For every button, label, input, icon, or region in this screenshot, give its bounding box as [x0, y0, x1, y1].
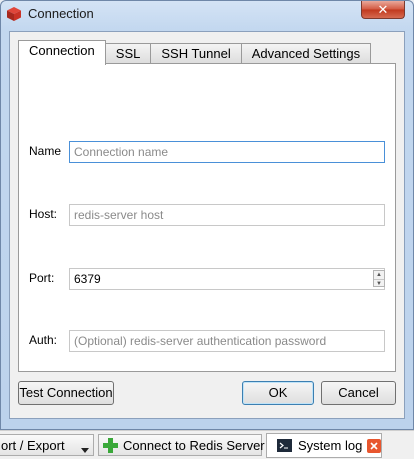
- test-connection-button[interactable]: Test Connection: [18, 381, 114, 405]
- terminal-icon: [277, 439, 292, 452]
- tab-connection[interactable]: Connection: [18, 40, 106, 65]
- redis-cube-icon: [6, 6, 22, 22]
- name-row: Name: [19, 141, 397, 163]
- import-export-label: ort / Export: [1, 437, 65, 453]
- port-input[interactable]: [69, 268, 385, 290]
- import-export-button[interactable]: ort / Export: [0, 434, 94, 456]
- close-icon[interactable]: [367, 438, 381, 453]
- system-log-tab[interactable]: System log: [266, 433, 382, 458]
- close-icon: ✕: [377, 1, 389, 17]
- window-close-button[interactable]: ✕: [361, 1, 405, 19]
- plus-icon: [103, 437, 118, 453]
- name-label: Name: [29, 144, 62, 158]
- host-row: Host:: [19, 204, 397, 226]
- port-label: Port:: [29, 271, 55, 285]
- tab-ssh-tunnel[interactable]: SSH Tunnel: [150, 43, 242, 64]
- tab-advanced-settings[interactable]: Advanced Settings: [240, 43, 372, 64]
- auth-label: Auth:: [29, 333, 58, 347]
- window-title: Connection: [28, 6, 94, 21]
- auth-row: Auth:: [19, 330, 397, 352]
- connection-dialog: Connection ✕ Connection SSL SSH Tunnel A…: [0, 0, 414, 430]
- connection-panel: Name Host: Port: ▲ ▼ Auth:: [18, 63, 396, 372]
- cancel-button[interactable]: Cancel: [321, 381, 396, 405]
- port-spinner[interactable]: ▲ ▼: [373, 270, 385, 287]
- bottom-toolbar: ort / Export Connect to Redis Server Sys…: [0, 430, 414, 459]
- spin-up-icon[interactable]: ▲: [374, 271, 384, 279]
- connect-label: Connect to Redis Server: [123, 437, 265, 453]
- ok-button[interactable]: OK: [242, 381, 314, 405]
- dialog-body: Connection SSL SSH Tunnel Advanced Setti…: [9, 31, 405, 419]
- tab-ssl[interactable]: SSL: [104, 43, 152, 64]
- connect-to-redis-server-button[interactable]: Connect to Redis Server: [98, 434, 265, 456]
- screen: Connection ✕ Connection SSL SSH Tunnel A…: [0, 0, 414, 459]
- title-bar[interactable]: Connection ✕: [1, 1, 413, 27]
- auth-input[interactable]: [69, 330, 385, 352]
- system-log-label: System log: [298, 438, 363, 453]
- port-row: Port: ▲ ▼: [19, 268, 397, 290]
- spin-down-icon[interactable]: ▼: [374, 279, 384, 287]
- host-label: Host:: [29, 207, 58, 221]
- name-input[interactable]: [69, 141, 385, 163]
- chevron-down-icon: [81, 442, 89, 457]
- tab-bar: Connection SSL SSH Tunnel Advanced Setti…: [18, 40, 372, 65]
- host-input[interactable]: [69, 204, 385, 226]
